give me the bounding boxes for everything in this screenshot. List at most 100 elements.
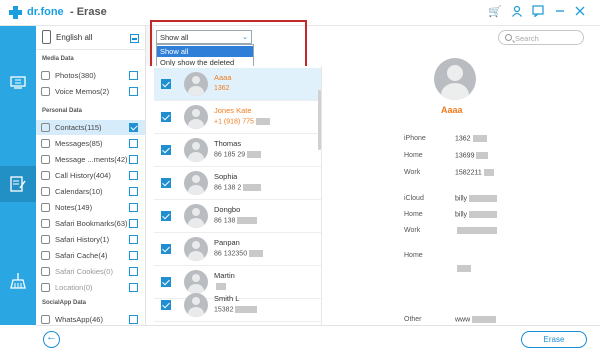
cleanup-broom-icon[interactable]: [9, 272, 27, 290]
contacts-icon: [41, 123, 50, 132]
row-checkbox[interactable]: [161, 178, 171, 188]
annotation-highlight-box: [150, 20, 307, 72]
attachment-icon: [41, 155, 50, 164]
category-safari-cache[interactable]: Safari Cache(4): [36, 248, 145, 263]
category-checkbox[interactable]: [129, 219, 138, 228]
category-checkbox[interactable]: [129, 155, 138, 164]
field-label: Home: [404, 252, 423, 259]
category-location[interactable]: Location(0): [36, 280, 145, 295]
category-safari-history[interactable]: Safari History(1): [36, 232, 145, 247]
private-data-erase-icon[interactable]: [9, 175, 27, 193]
footer-bar: [36, 325, 600, 355]
category-checkbox[interactable]: [129, 315, 138, 324]
category-checkbox[interactable]: [129, 235, 138, 244]
avatar: [184, 293, 208, 317]
back-arrow-icon[interactable]: [43, 331, 60, 348]
row-checkbox[interactable]: [161, 244, 171, 254]
row-checkbox[interactable]: [161, 112, 171, 122]
field-value: [455, 265, 471, 272]
category-checkbox[interactable]: [129, 203, 138, 212]
avatar: [184, 171, 208, 195]
feedback-icon[interactable]: [531, 5, 545, 19]
field-label: iCloud: [404, 195, 424, 202]
category-checkbox[interactable]: [129, 139, 138, 148]
avatar: [184, 138, 208, 162]
category-contacts[interactable]: Contacts(115): [36, 120, 145, 135]
whatsapp-icon: [41, 315, 50, 324]
field-label: Other: [404, 316, 422, 323]
list-item[interactable]: Smith L 15382: [154, 289, 321, 322]
search-icon: [505, 34, 512, 41]
list-item[interactable]: Sophia 86 138 2: [154, 167, 321, 200]
field-value: 1362: [455, 135, 487, 142]
list-item[interactable]: Aaaa 1362: [154, 68, 321, 101]
row-checkbox[interactable]: [161, 145, 171, 155]
list-item[interactable]: Panpan 86 132350: [154, 233, 321, 266]
field-label: iPhone: [404, 135, 426, 142]
list-item[interactable]: Dongbo 86 138: [154, 200, 321, 233]
avatar: [184, 72, 208, 96]
category-call-history[interactable]: Call History(404): [36, 168, 145, 183]
row-checkbox[interactable]: [161, 277, 171, 287]
field-value: www: [455, 316, 497, 323]
field-value: billy: [455, 195, 498, 202]
avatar: [184, 237, 208, 261]
avatar: [184, 204, 208, 228]
device-selector[interactable]: English all: [36, 26, 145, 50]
row-checkbox[interactable]: [161, 211, 171, 221]
user-icon[interactable]: [510, 5, 524, 19]
category-whatsapp[interactable]: WhatsApp(46): [36, 312, 145, 325]
calendar-icon: [41, 187, 50, 196]
bookmark-icon: [41, 219, 50, 228]
field-value: [455, 227, 497, 234]
list-item[interactable]: Jones Kate +1 (918) 775: [154, 101, 321, 134]
list-item[interactable]: Thomas 86 185 29: [154, 134, 321, 167]
voice-memo-icon: [41, 87, 50, 96]
minimize-icon[interactable]: [553, 5, 567, 19]
phone-icon: [41, 171, 50, 180]
cookie-icon: [41, 267, 50, 276]
cart-icon[interactable]: 🛒: [488, 5, 502, 19]
category-photos[interactable]: Photos(380): [36, 68, 145, 83]
field-label: Home: [404, 152, 423, 159]
contact-name: Aaaa: [441, 105, 463, 115]
cache-icon: [41, 251, 50, 260]
category-safari-bookmarks[interactable]: Safari Bookmarks(63): [36, 216, 145, 231]
left-nav-rail: [0, 26, 36, 325]
field-label: Home: [404, 211, 423, 218]
device-erase-icon[interactable]: [9, 74, 27, 92]
select-all-checkbox[interactable]: [130, 34, 139, 43]
category-checkbox[interactable]: [129, 171, 138, 180]
messages-icon: [41, 139, 50, 148]
notes-icon: [41, 203, 50, 212]
field-value: 13699: [455, 152, 489, 159]
category-checkbox[interactable]: [129, 71, 138, 80]
category-messages[interactable]: Messages(85): [36, 136, 145, 151]
category-safari-cookies[interactable]: Safari Cookies(0): [36, 264, 145, 279]
field-value: billy: [455, 211, 498, 218]
search-input[interactable]: Search: [498, 30, 584, 45]
close-icon[interactable]: [573, 5, 587, 19]
category-notes[interactable]: Notes(149): [36, 200, 145, 215]
row-checkbox[interactable]: [161, 79, 171, 89]
section-media: Media Data: [42, 56, 74, 62]
category-checkbox[interactable]: [129, 187, 138, 196]
row-checkbox[interactable]: [161, 300, 171, 310]
category-checkbox[interactable]: [129, 123, 138, 132]
app-title: - Erase: [70, 6, 107, 18]
category-checkbox[interactable]: [129, 87, 138, 96]
category-calendars[interactable]: Calendars(10): [36, 184, 145, 199]
field-label: Work: [404, 169, 421, 176]
category-voice-memos[interactable]: Voice Memos(2): [36, 84, 145, 99]
category-panel: English all Media Data Photos(380) Voice…: [36, 26, 146, 325]
field-value: 1582211: [455, 169, 494, 176]
erase-button[interactable]: Erase: [521, 331, 587, 348]
avatar: [434, 58, 476, 100]
contact-list: Aaaa 1362 Jones Kate +1 (918) 775 Thomas…: [146, 66, 322, 325]
device-label: English all: [56, 33, 93, 42]
category-checkbox[interactable]: [129, 251, 138, 260]
category-message-attachments[interactable]: Message ...ments(42): [36, 152, 145, 167]
category-checkbox[interactable]: [129, 283, 138, 292]
category-checkbox[interactable]: [129, 267, 138, 276]
list-scrollbar[interactable]: [318, 90, 321, 150]
